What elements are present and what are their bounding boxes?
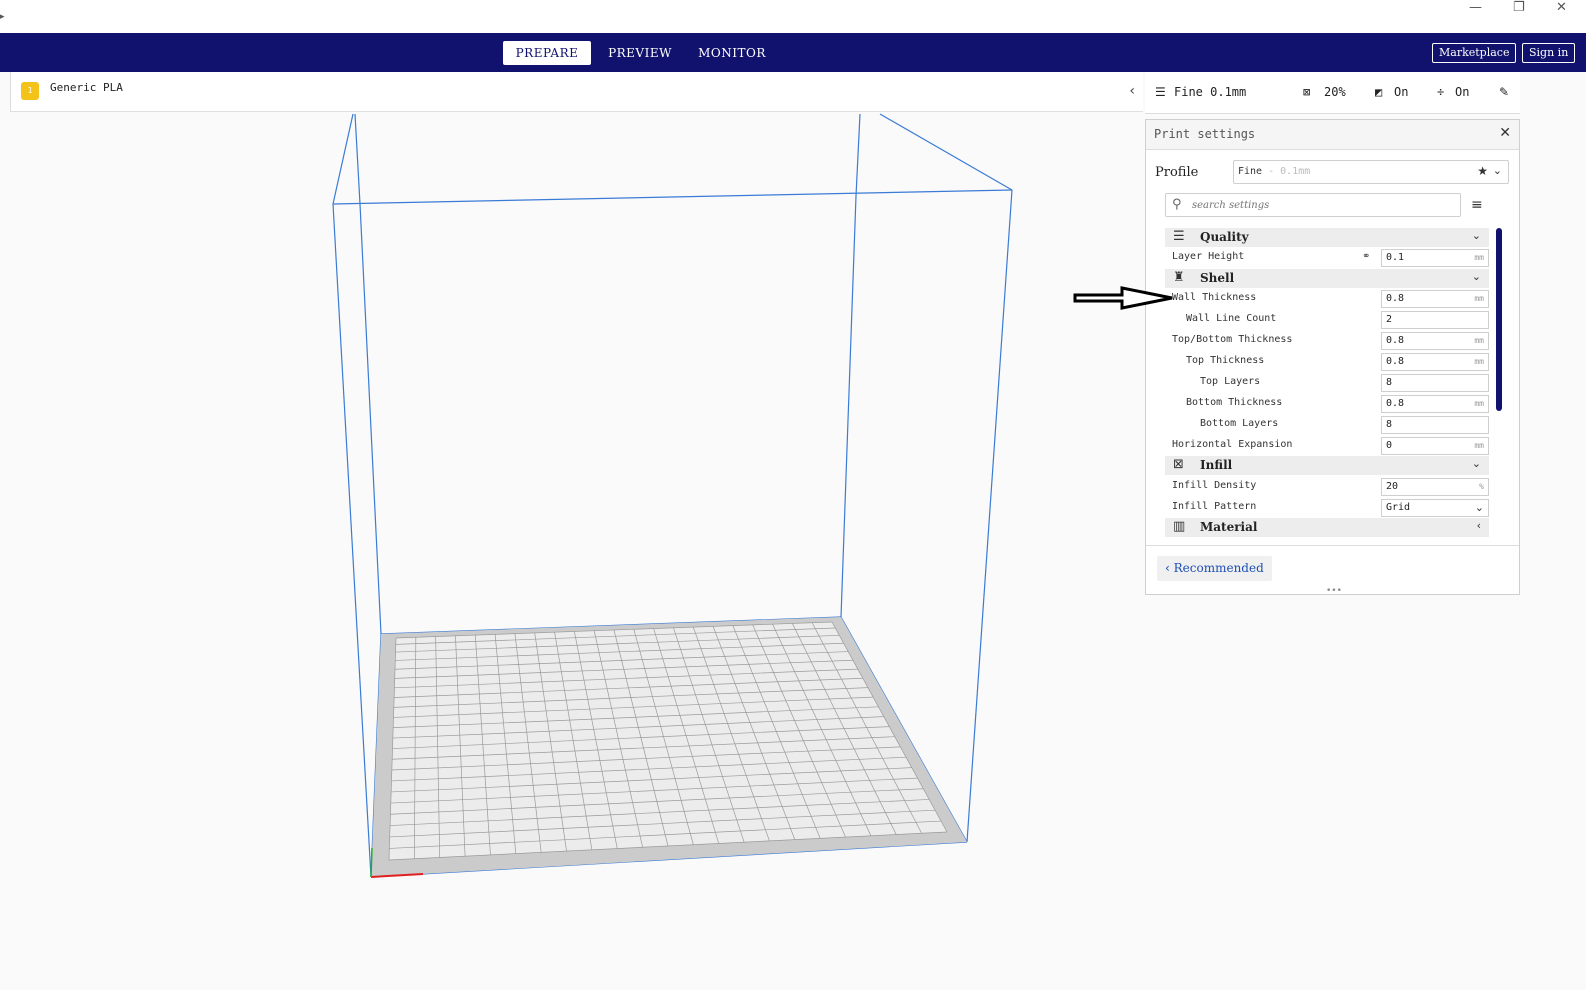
setting-row: Bottom Layers 8 — [1165, 415, 1489, 436]
category-shell[interactable]: ♜ Shell ⌄ — [1165, 269, 1489, 288]
panel-header: Print settings ✕ — [1146, 120, 1519, 150]
setting-row: Bottom Thickness 0.8 mm — [1165, 394, 1489, 415]
profile-summary: Fine 0.1mm — [1174, 85, 1247, 99]
setting-input[interactable]: 0.8 mm — [1381, 290, 1489, 308]
shell-icon: ♜ — [1173, 270, 1185, 285]
quality-icon: ☰ — [1173, 229, 1185, 244]
search-box[interactable]: ⚲ — [1165, 193, 1461, 217]
minimize-button[interactable]: — — [1469, 0, 1482, 15]
setting-label: Bottom Layers — [1200, 418, 1279, 429]
print-setup-summary[interactable]: ☰ Fine 0.1mm ⊠ 20% ◩ On ÷ On ✎ — [1145, 72, 1520, 114]
settings-scrollbar[interactable] — [1496, 228, 1502, 411]
window-titlebar: ▸ — ❐ ✕ — [0, 0, 1586, 33]
setting-label: Horizontal Expansion — [1172, 439, 1293, 450]
setting-label: Top/Bottom Thickness — [1172, 334, 1293, 345]
category-label: Material — [1200, 520, 1258, 534]
chevron-down-icon: ⌄ — [1471, 229, 1481, 242]
setting-row: Horizontal Expansion 0 mm — [1165, 436, 1489, 457]
profile-value: Fine — [1238, 166, 1263, 177]
marketplace-button[interactable]: Marketplace — [1432, 43, 1517, 63]
category-label: Shell — [1200, 271, 1235, 285]
edit-pencil-icon[interactable]: ✎ — [1499, 85, 1509, 99]
link-icon[interactable]: ⚭ — [1362, 251, 1370, 262]
setting-input[interactable]: 2 — [1381, 311, 1489, 329]
setting-input[interactable]: 0.8 mm — [1381, 332, 1489, 350]
extruder-material-bar[interactable]: 1 Generic PLA ‹ — [10, 72, 1143, 112]
infill-icon: ⊠ — [1303, 85, 1311, 99]
extruder-badge: 1 — [21, 82, 39, 100]
close-icon[interactable]: ✕ — [1499, 125, 1511, 141]
print-settings-panel: Print settings ✕ Profile Fine - 0.1mm ★ … — [1145, 119, 1520, 596]
quality-icon: ☰ — [1155, 85, 1166, 99]
chevron-left-icon: ‹ — [1476, 519, 1481, 532]
chevron-left-icon: ‹ — [1165, 561, 1174, 575]
infill-pattern-select[interactable]: Grid ⌄ — [1381, 499, 1489, 517]
recommended-button[interactable]: ‹ Recommended — [1157, 556, 1272, 581]
menu-icon[interactable]: ≡ — [1471, 197, 1483, 213]
setting-input[interactable]: 8 — [1381, 416, 1489, 434]
category-infill[interactable]: ⊠ Infill ⌄ — [1165, 456, 1489, 475]
app-icon: ▸ — [0, 12, 5, 22]
setting-row: Infill Density 20% — [1165, 477, 1489, 498]
setting-input[interactable]: 0 mm — [1381, 437, 1489, 455]
tab-preview[interactable]: PREVIEW — [600, 41, 680, 65]
chevron-down-icon: ⌄ — [1471, 270, 1481, 283]
build-volume-viewport[interactable] — [0, 112, 1140, 990]
category-material[interactable]: ▥ Material ‹ — [1165, 518, 1489, 537]
star-icon[interactable]: ★ — [1477, 164, 1488, 178]
settings-list: ☰ Quality ⌄ Layer Height ⚭ 0.1 mm ♜ Shell… — [1165, 228, 1492, 543]
setting-row: Layer Height ⚭ 0.1 mm — [1165, 248, 1489, 269]
top-navigation: PREPARE PREVIEW MONITOR Marketplace Sign… — [0, 33, 1586, 72]
setting-row: Wall Line Count 2 — [1165, 310, 1489, 331]
setting-label: Top Thickness — [1186, 355, 1265, 366]
sign-in-button[interactable]: Sign in — [1522, 43, 1576, 63]
setting-label: Layer Height — [1172, 251, 1245, 262]
maximize-button[interactable]: ❐ — [1513, 0, 1525, 15]
tab-prepare[interactable]: PREPARE — [503, 41, 591, 65]
setting-label: Infill Pattern — [1172, 501, 1257, 512]
setting-input[interactable]: 0.1 mm — [1381, 249, 1489, 267]
tab-monitor[interactable]: MONITOR — [692, 41, 772, 65]
category-label: Infill — [1200, 458, 1233, 472]
search-input[interactable] — [1192, 197, 1452, 213]
profile-label: Profile — [1155, 165, 1199, 180]
build-plate — [371, 617, 967, 877]
chevron-down-icon: ⌄ — [1492, 164, 1502, 177]
search-icon: ⚲ — [1172, 197, 1182, 212]
infill-icon: ⊠ — [1173, 457, 1184, 472]
close-window-button[interactable]: ✕ — [1556, 0, 1567, 15]
panel-title: Print settings — [1154, 127, 1256, 141]
panel-divider — [1146, 545, 1519, 546]
category-label: Quality — [1200, 230, 1249, 244]
material-icon: ▥ — [1173, 519, 1186, 534]
category-quality[interactable]: ☰ Quality ⌄ — [1165, 228, 1489, 247]
setting-input[interactable]: 0.8 mm — [1381, 353, 1489, 371]
profile-subvalue: - 0.1mm — [1262, 166, 1311, 177]
profile-dropdown[interactable]: Fine - 0.1mm ★ ⌄ — [1233, 160, 1509, 184]
setting-label: Wall Thickness — [1172, 292, 1257, 303]
setting-row: Infill Pattern Grid ⌄ — [1165, 498, 1489, 519]
material-name: Generic PLA — [50, 81, 123, 94]
chevron-down-icon: ⌄ — [1471, 457, 1481, 470]
setting-label: Infill Density — [1172, 480, 1257, 491]
support-summary: On — [1394, 85, 1409, 99]
setting-input[interactable]: 0.8 mm — [1381, 395, 1489, 413]
support-icon: ◩ — [1375, 85, 1383, 99]
setting-label: Wall Line Count — [1186, 313, 1277, 324]
setting-row: Wall Thickness 0.8 mm — [1165, 289, 1489, 310]
recommended-label: Recommended — [1173, 561, 1264, 575]
setting-row: Top Layers 8 — [1165, 373, 1489, 394]
setting-row: Top Thickness 0.8 mm — [1165, 352, 1489, 373]
setting-label: Bottom Thickness — [1186, 397, 1283, 408]
adhesion-summary: On — [1455, 85, 1470, 99]
infill-summary: 20% — [1324, 85, 1346, 99]
setting-label: Top Layers — [1200, 376, 1261, 387]
resize-grip-icon[interactable]: ••• — [1326, 586, 1342, 596]
adhesion-icon: ÷ — [1437, 85, 1445, 99]
setting-input[interactable]: 20% — [1381, 478, 1489, 496]
setting-row: Top/Bottom Thickness 0.8 mm — [1165, 331, 1489, 352]
chevron-left-icon[interactable]: ‹ — [1129, 83, 1135, 99]
setting-input[interactable]: 8 — [1381, 374, 1489, 392]
